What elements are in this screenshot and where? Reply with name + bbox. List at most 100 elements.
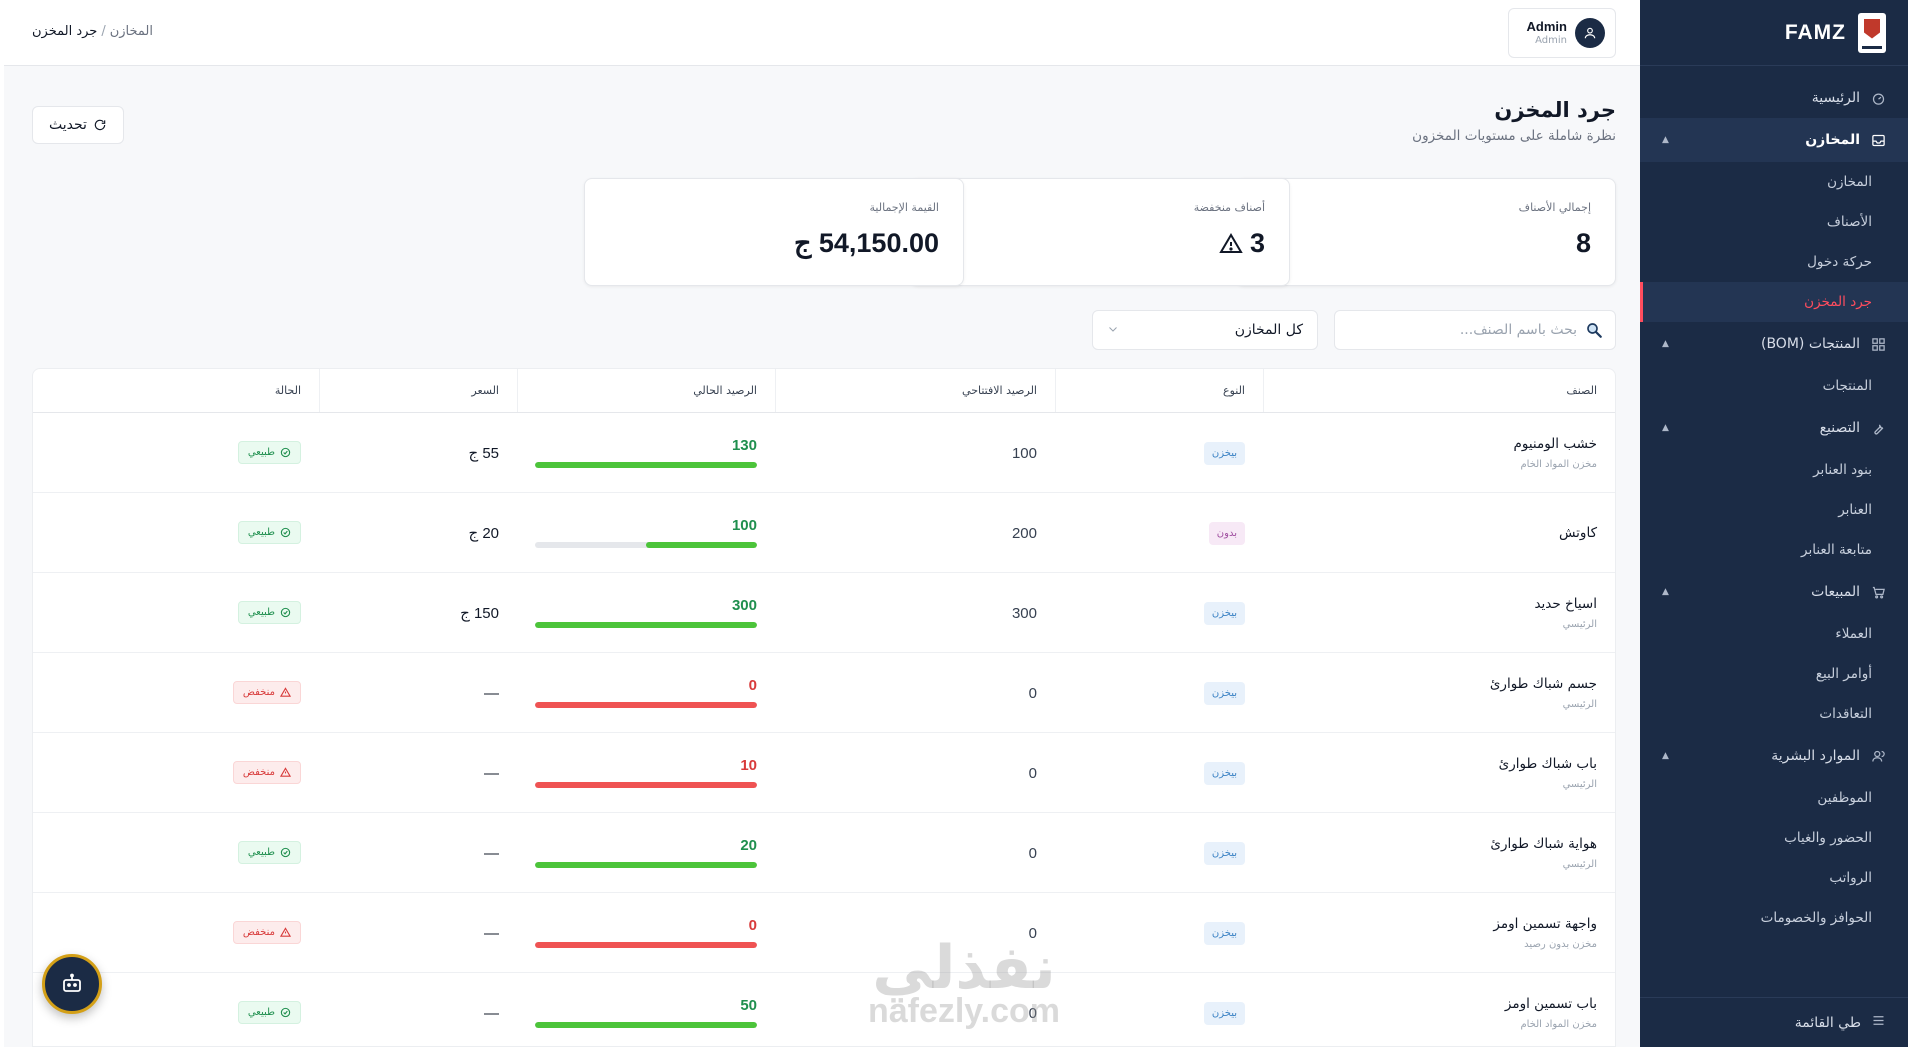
sidebar-item-warehouses[interactable]: المخازن — [1640, 162, 1908, 202]
sidebar-group-label: المبيعات — [1811, 584, 1860, 600]
breadcrumb-separator: / — [101, 24, 106, 39]
current-balance: 20 — [740, 837, 757, 854]
sidebar-nav: الرئيسية المخازن ▲ المخازن الأصناف حركة … — [1640, 66, 1908, 938]
inventory-table: الصنف النوع الرصيد الافتتاحي الرصيد الحا… — [32, 368, 1616, 1047]
status-label: طبيعي — [247, 607, 275, 618]
type-badge: بيخزن — [1203, 441, 1245, 465]
item-warehouse: مخزن المواد الخام — [1520, 458, 1597, 470]
table-row[interactable]: واجهة تسمين اومز مخزن بدون رصيد بيخزن 0 0 — من… — [33, 893, 1615, 973]
avatar — [1575, 18, 1605, 48]
status-badge: طبيعي — [237, 601, 301, 624]
table-row[interactable]: جسم شباك طوارئ الرئيسي بيخزن 0 0 — منخفض — [33, 653, 1615, 733]
table-row[interactable]: باب تسمين اومز مخزن المواد الخام بيخزن 0 50 —… — [33, 973, 1615, 1046]
sidebar-group-manufacturing[interactable]: التصنيع ▲ — [1640, 406, 1908, 450]
opening-balance: 0 — [1028, 685, 1037, 702]
sidebar-item-home[interactable]: الرئيسية — [1640, 78, 1908, 118]
stat-card-total-value: القيمة الإجمالية 54,150.00 ج — [584, 178, 964, 286]
table-row[interactable]: اسياخ حديد الرئيسي بيخزن 300 300 150 ج طبيعي — [33, 573, 1615, 653]
sidebar-item-attendance[interactable]: الحضور والغياب — [1640, 818, 1908, 858]
stock-level-bar — [535, 862, 757, 868]
cell-item: باب تسمين اومز مخزن المواد الخام — [1263, 996, 1615, 1030]
sidebar-brand[interactable]: FAMZ — [1640, 0, 1908, 66]
column-header-status[interactable]: الحالة — [33, 369, 319, 412]
search-field[interactable] — [1334, 310, 1616, 350]
sidebar-group-sales[interactable]: المبيعات ▲ — [1640, 570, 1908, 614]
stock-level-fill — [535, 1022, 757, 1028]
item-warehouse: مخزن بدون رصيد — [1524, 938, 1597, 950]
stock-level-fill — [535, 862, 757, 868]
sidebar-group-products[interactable]: المنتجات (BOM) ▲ — [1640, 322, 1908, 366]
sidebar-item-inventory-count[interactable]: جرد المخزن — [1640, 282, 1908, 322]
cell-opening: 0 — [775, 763, 1055, 782]
stock-level-fill — [535, 622, 757, 628]
status-badge: طبيعي — [237, 1001, 301, 1024]
search-input[interactable] — [1347, 322, 1577, 338]
column-header-type[interactable]: النوع — [1055, 369, 1263, 412]
sidebar-item-products[interactable]: المنتجات — [1640, 366, 1908, 406]
cell-status: منخفض — [33, 761, 319, 784]
sidebar-group-label: الموارد البشرية — [1771, 748, 1860, 764]
cell-status: طبيعي — [33, 441, 319, 464]
opening-balance: 0 — [1028, 845, 1037, 862]
status-badge: طبيعي — [237, 441, 301, 464]
stock-level-bar — [535, 622, 757, 628]
assistant-bot-button[interactable] — [42, 954, 102, 1014]
refresh-icon — [94, 119, 106, 131]
opening-balance: 300 — [1011, 605, 1037, 622]
sidebar-group-hr[interactable]: الموارد البشرية ▲ — [1640, 734, 1908, 778]
column-header-current[interactable]: الرصيد الحالي — [517, 369, 775, 412]
status-label: منخفض — [242, 687, 275, 698]
sidebar-item-employees[interactable]: الموظفين — [1640, 778, 1908, 818]
user-menu[interactable]: Admin Admin — [1508, 8, 1616, 58]
table-row[interactable]: كاوتش بدون 200 100 20 ج طبيعي — [33, 493, 1615, 573]
sidebar-item-ward-tracking[interactable]: متابعة العنابر — [1640, 530, 1908, 570]
warning-icon — [280, 687, 291, 697]
sidebar-item-items[interactable]: الأصناف — [1640, 202, 1908, 242]
price-value: 150 ج — [460, 605, 499, 622]
collapse-sidebar-button[interactable]: طي القائمة — [1640, 997, 1908, 1047]
cell-price: — — [319, 683, 517, 702]
cell-opening: 0 — [775, 843, 1055, 862]
stat-value: 54,150.00 ج — [793, 228, 939, 258]
cell-type: بيخزن — [1055, 601, 1263, 625]
sidebar-item-wards[interactable]: العنابر — [1640, 490, 1908, 530]
stat-label: القيمة الإجمالية — [869, 201, 939, 214]
warning-icon — [1219, 232, 1243, 253]
user-icon — [1584, 27, 1596, 39]
users-icon — [1870, 748, 1886, 764]
sidebar-item-contracts[interactable]: التعاقدات — [1640, 694, 1908, 734]
cell-type: بيخزن — [1055, 761, 1263, 785]
sidebar-item-incentives[interactable]: الحوافز والخصومات — [1640, 898, 1908, 938]
item-name: واجهة تسمين اومز — [1493, 915, 1597, 932]
cell-type: بيخزن — [1055, 841, 1263, 865]
table-row[interactable]: هواية شباك طوارئ الرئيسي بيخزن 0 20 — طبيعي — [33, 813, 1615, 893]
sidebar-item-customers[interactable]: العملاء — [1640, 614, 1908, 654]
current-balance: 0 — [748, 677, 757, 694]
cell-opening: 200 — [775, 523, 1055, 542]
table-row[interactable]: خشب الومنيوم مخزن المواد الخام بيخزن 100 130… — [33, 413, 1615, 493]
breadcrumb-parent-link[interactable]: المخازن — [110, 24, 153, 39]
current-balance: 300 — [731, 597, 757, 614]
check-circle-icon — [280, 447, 291, 458]
sidebar-item-salaries[interactable]: الرواتب — [1640, 858, 1908, 898]
warehouse-select[interactable]: كل المخازن — [1092, 310, 1318, 350]
sidebar-item-sales-orders[interactable]: أوامر البيع — [1640, 654, 1908, 694]
cell-type: بيخزن — [1055, 441, 1263, 465]
column-header-item[interactable]: الصنف — [1263, 369, 1615, 412]
column-header-opening[interactable]: الرصيد الافتتاحي — [775, 369, 1055, 412]
stock-level-bar — [535, 942, 757, 948]
column-header-price[interactable]: السعر — [319, 369, 517, 412]
cell-price: — — [319, 843, 517, 862]
item-name: باب شباك طوارئ — [1498, 755, 1597, 772]
table-row[interactable]: باب شباك طوارئ الرئيسي بيخزن 0 10 — منخفض — [33, 733, 1615, 813]
collapse-label: طي القائمة — [1794, 1014, 1861, 1031]
sidebar-item-ward-items[interactable]: بنود العنابر — [1640, 450, 1908, 490]
sidebar-item-stock-in[interactable]: حركة دخول — [1640, 242, 1908, 282]
sidebar: FAMZ الرئيسية المخازن ▲ المخازن الأصناف … — [1640, 0, 1908, 1047]
opening-balance: 0 — [1028, 1005, 1037, 1022]
sidebar-group-warehouses[interactable]: المخازن ▲ — [1640, 118, 1908, 162]
type-badge: بيخزن — [1203, 601, 1245, 625]
cell-price: 150 ج — [319, 603, 517, 622]
sidebar-group-label: المخازن — [1805, 132, 1860, 148]
refresh-button[interactable]: تحديث — [32, 106, 124, 144]
